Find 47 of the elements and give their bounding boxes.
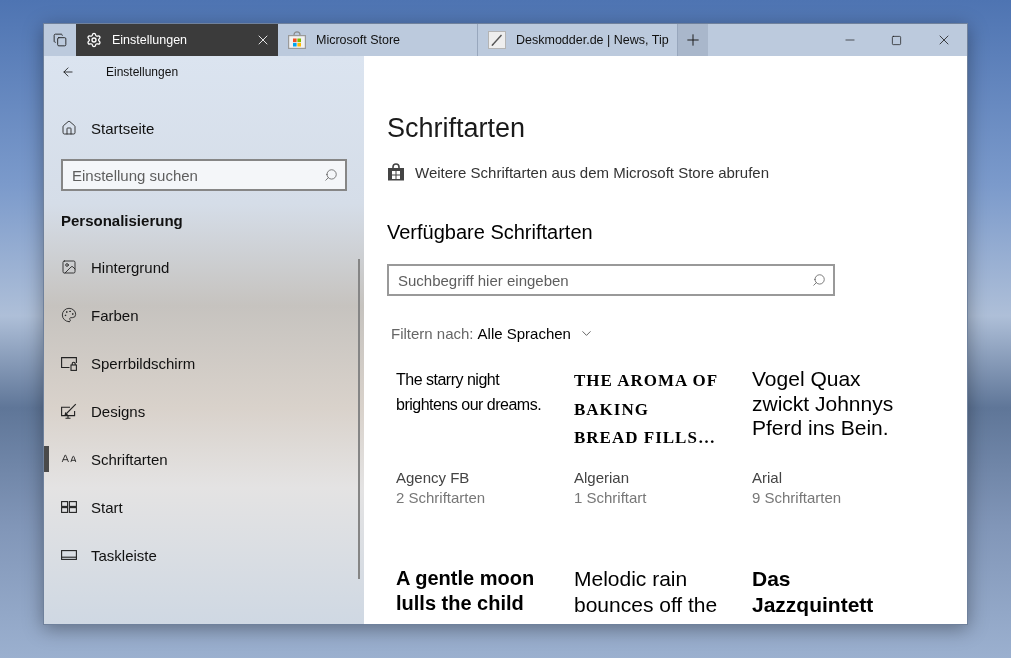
search-field[interactable]: Einstellung suchen xyxy=(61,159,347,191)
font-name: Arial xyxy=(752,468,782,488)
font-sample[interactable]: The starry night brightens our dreams. xyxy=(396,367,556,468)
taskbar-icon xyxy=(61,547,77,563)
shopping-bag-icon xyxy=(288,31,306,49)
font-search-field[interactable]: Suchbegriff hier eingeben xyxy=(387,264,835,296)
store-link[interactable]: Weitere Schriftarten aus dem Microsoft Store abrufen xyxy=(387,163,770,181)
pen-icon xyxy=(488,31,506,49)
new-tab-button[interactable] xyxy=(678,24,708,56)
settings-icon xyxy=(86,32,102,48)
palette-icon xyxy=(61,307,77,323)
font-sample[interactable]: A gentle moon lulls the child xyxy=(396,566,556,616)
font-count: 1 Schriftart xyxy=(574,488,647,508)
tiles-icon xyxy=(61,499,77,515)
nav-item[interactable]: Sperrbildschirm xyxy=(44,339,354,387)
font-sample[interactable]: Melodic rain bounces off the xyxy=(574,566,734,618)
font-sample[interactable]: Das Jazzquintett xyxy=(752,566,912,618)
browser-tab[interactable]: Einstellungen xyxy=(76,24,278,56)
language-filter-dropdown[interactable]: Alle Sprachen xyxy=(477,325,594,342)
nav-item[interactable]: Designs xyxy=(44,387,354,435)
monitor-brush-icon xyxy=(61,403,77,419)
font-sample[interactable]: Vogel Quax zwickt Johnnys Pferd ins Bein. xyxy=(752,367,912,468)
section-title: Verfügbare Schriftarten xyxy=(387,220,593,245)
nav-item[interactable]: Start xyxy=(44,483,354,531)
nav-item[interactable]: Farben xyxy=(44,291,354,339)
filter-label: Filtern nach: xyxy=(391,325,474,342)
app-title: Einstellungen xyxy=(106,65,179,79)
font-name: Algerian xyxy=(574,468,630,488)
font-name: Agency FB xyxy=(396,468,470,488)
nav-item[interactable]: Taskleiste xyxy=(44,531,354,579)
overlapping-squares-icon xyxy=(53,33,67,47)
maximize-icon xyxy=(891,34,902,46)
monitor-lock-icon xyxy=(61,355,77,371)
home-icon xyxy=(61,120,77,136)
search-icon xyxy=(812,273,826,287)
search-icon xyxy=(324,168,338,182)
nav-item[interactable]: Hintergrund xyxy=(44,243,354,291)
font-sample[interactable]: THE AROMA OF BAKING BREAD FILLS… xyxy=(574,367,734,468)
shopping-bag-icon xyxy=(387,163,405,181)
picture-icon xyxy=(61,259,77,275)
plus-icon xyxy=(684,31,702,49)
home-nav-item[interactable]: Startseite xyxy=(44,104,354,152)
font-count: 2 Schriftarten xyxy=(396,488,486,508)
scrollbar[interactable] xyxy=(358,259,360,579)
page-title: Schriftarten xyxy=(387,112,526,145)
font-count: 9 Schriftarten xyxy=(752,488,842,508)
section-heading: Personalisierung xyxy=(60,210,184,231)
